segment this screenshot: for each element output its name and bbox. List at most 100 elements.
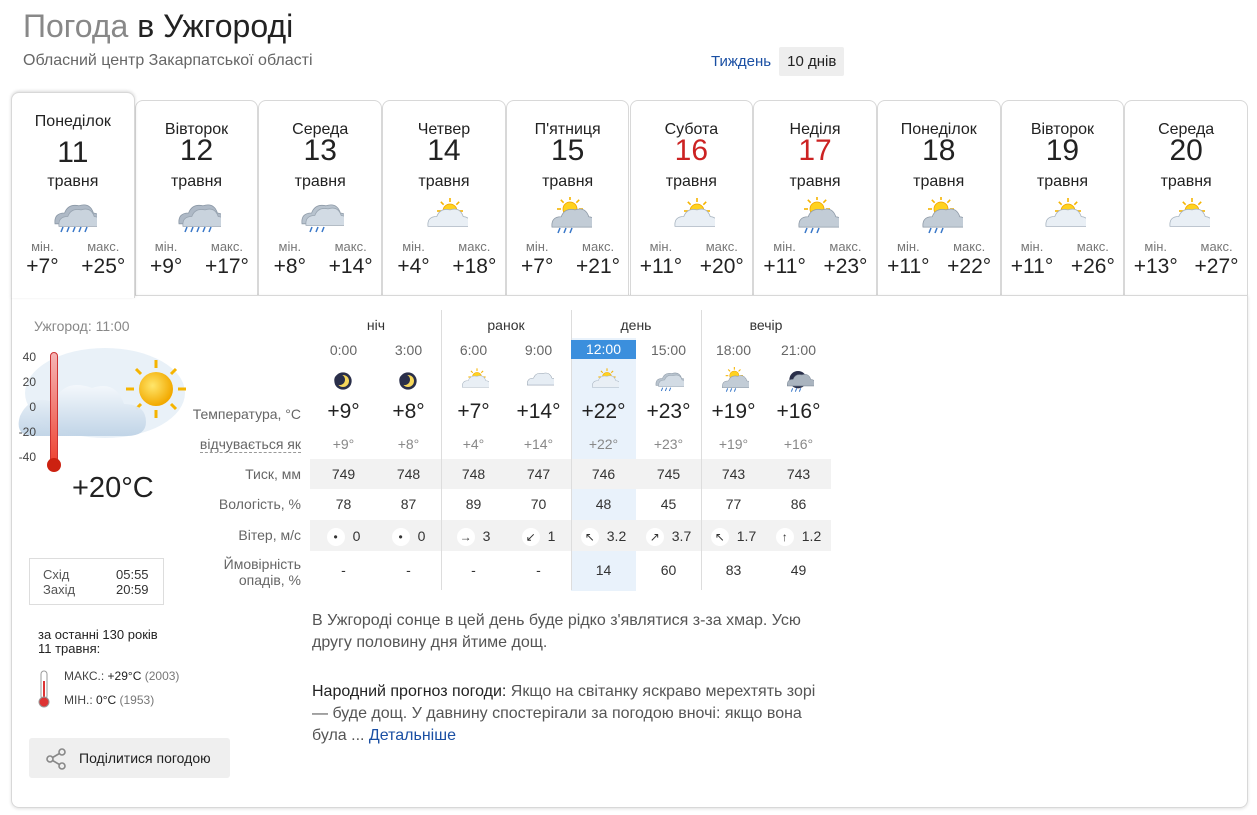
hour-humidity: 48 xyxy=(595,496,612,512)
max-temperature: +23° xyxy=(823,255,868,278)
share-label: Поділитися погодою xyxy=(79,750,211,766)
hour-humidity: 86 xyxy=(790,496,807,512)
history-min-label: МІН.: xyxy=(64,693,93,707)
hour-wind: ↑ 1.2 xyxy=(766,528,831,547)
max-label: макс. xyxy=(458,239,491,254)
min-label: мін. xyxy=(278,239,302,254)
range-10days-button[interactable]: 10 днів xyxy=(779,46,845,76)
row-label-feels-like[interactable]: відчувається як xyxy=(199,436,301,453)
hour-humidity: 70 xyxy=(530,496,547,512)
sunrise-time: 05:55 xyxy=(116,567,149,582)
hour-label: 9:00 xyxy=(524,342,553,358)
range-switch: Тиждень 10 днів xyxy=(703,46,845,76)
hour-label: 0:00 xyxy=(329,342,358,358)
sun-cloud-icon xyxy=(587,366,622,396)
day-tabs: Понеділок 11 травня мін. макс. +7° +25° Вівторо… xyxy=(11,92,1248,298)
scale-label: 40 xyxy=(22,350,36,364)
day-month: травня xyxy=(789,173,841,190)
folk-forecast: Народний прогноз погоди: Якщо на світанк… xyxy=(312,681,832,747)
folk-forecast-label: Народний прогноз погоди: xyxy=(312,683,507,700)
sunrise-sunset-box: Схід 05:55 Захід 20:59 xyxy=(29,558,164,605)
max-label: макс. xyxy=(582,239,615,254)
min-label: мін. xyxy=(154,239,178,254)
min-label: мін. xyxy=(525,239,549,254)
wind-speed: 1 xyxy=(547,528,556,544)
wind-direction-north-west-icon: ↖ xyxy=(710,528,729,547)
max-label: макс. xyxy=(334,239,367,254)
day-tab[interactable]: Середа 13 травня мін. макс. +8° +14° xyxy=(258,100,383,296)
scale-label: 20 xyxy=(22,375,36,389)
sun-cloud-icon xyxy=(420,197,472,237)
max-label: макс. xyxy=(210,239,244,254)
hour-wind: • 0 xyxy=(376,528,441,547)
min-label: мін. xyxy=(1020,239,1044,254)
sun-cloud-rain-icon xyxy=(791,196,845,237)
max-label: макс. xyxy=(705,239,738,254)
current-temperature: +20°C xyxy=(72,472,154,504)
min-label: мін. xyxy=(31,239,54,254)
current-time-label: Ужгород: 11:00 xyxy=(34,318,130,334)
hour-temperature: +22° xyxy=(581,400,626,423)
share-weather-button[interactable]: Поділитися погодою xyxy=(29,738,230,778)
moon-icon xyxy=(327,366,359,396)
history-title: за останні 130 років 11 травня: xyxy=(38,628,158,656)
day-number: 11 xyxy=(57,136,89,169)
hour-humidity: 89 xyxy=(465,496,482,512)
wind-speed: 3.7 xyxy=(671,528,692,544)
hour-pressure: 743 xyxy=(786,466,811,482)
day-month: травня xyxy=(913,173,965,190)
range-week-link[interactable]: Тиждень xyxy=(703,47,779,76)
min-temperature: +9° xyxy=(149,255,183,278)
hour-humidity: 78 xyxy=(335,496,352,512)
day-tab[interactable]: Вівторок 19 травня мін. макс. +11° +26° xyxy=(1000,100,1125,296)
hour-feels-like: +8° xyxy=(397,436,420,452)
hour-wind: → 3 xyxy=(441,528,506,547)
day-tab[interactable]: Понеділок 18 травня мін. макс. +11° +22° xyxy=(876,100,1001,296)
min-temperature: +11° xyxy=(1010,255,1054,278)
period-label: день xyxy=(620,317,652,333)
row-label-precip-1: Ймовірність xyxy=(223,556,301,572)
hour-feels-like: +4° xyxy=(462,436,485,452)
sunset-label: Захід xyxy=(43,582,76,597)
day-tab[interactable]: Субота 16 травня мін. макс. +11° +20° xyxy=(629,100,754,296)
wind-speed: 3 xyxy=(482,528,491,544)
max-label: макс. xyxy=(1200,239,1233,254)
day-number: 13 xyxy=(303,134,337,167)
row-label-humidity: Вологість, % xyxy=(218,496,301,512)
day-tab[interactable]: П'ятниця 15 травня мін. макс. +7° +21° xyxy=(505,100,630,296)
day-number: 15 xyxy=(550,134,585,167)
read-more-link[interactable]: Детальніше xyxy=(369,727,456,744)
day-tab[interactable]: Понеділок 11 травня мін. макс. +7° +25° xyxy=(11,92,135,298)
min-temperature: +8° xyxy=(273,255,306,278)
min-label: мін. xyxy=(1144,239,1168,254)
hour-precipitation: - xyxy=(406,562,411,578)
day-month: травня xyxy=(1036,173,1088,190)
row-label-temperature: Температура, °C xyxy=(192,406,301,422)
thermometer-bulb xyxy=(47,458,61,472)
thermometer-icon xyxy=(50,352,58,464)
day-tab[interactable]: Середа 20 травня мін. макс. +13° +27° xyxy=(1124,100,1248,296)
hour-temperature: +23° xyxy=(646,400,691,423)
day-tab[interactable]: Вівторок 12 травня мін. макс. +9° +17° xyxy=(134,100,259,296)
day-tab[interactable]: Неділя 17 травня мін. макс. +11° +23° xyxy=(753,100,877,296)
hour-temperature: +9° xyxy=(327,400,360,423)
day-description: В Ужгороді сонце в цей день буде рідко з… xyxy=(312,612,801,651)
sun-cloud-icon xyxy=(457,366,492,396)
sun-cloud-rain-icon xyxy=(915,196,969,237)
cloud-heavy-rain-icon xyxy=(173,197,226,237)
period-label: ніч xyxy=(366,317,386,333)
hour-feels-like: +19° xyxy=(718,436,749,452)
wind-speed: 3.2 xyxy=(606,528,627,544)
wind-direction-calm-icon: • xyxy=(391,528,410,547)
hour-humidity: 87 xyxy=(400,496,417,512)
wind-speed: 0 xyxy=(352,528,361,544)
day-number: 17 xyxy=(798,134,832,167)
max-temperature: +25° xyxy=(81,255,126,278)
max-temperature: +17° xyxy=(204,255,249,278)
hour-temperature: +19° xyxy=(711,400,756,423)
hour-wind: • 0 xyxy=(311,528,376,547)
min-temperature: +13° xyxy=(1133,255,1178,278)
hour-label: 15:00 xyxy=(650,342,687,358)
day-tab[interactable]: Четвер 14 травня мін. макс. +4° +18° xyxy=(382,100,506,296)
max-temperature: +27° xyxy=(1194,255,1239,278)
